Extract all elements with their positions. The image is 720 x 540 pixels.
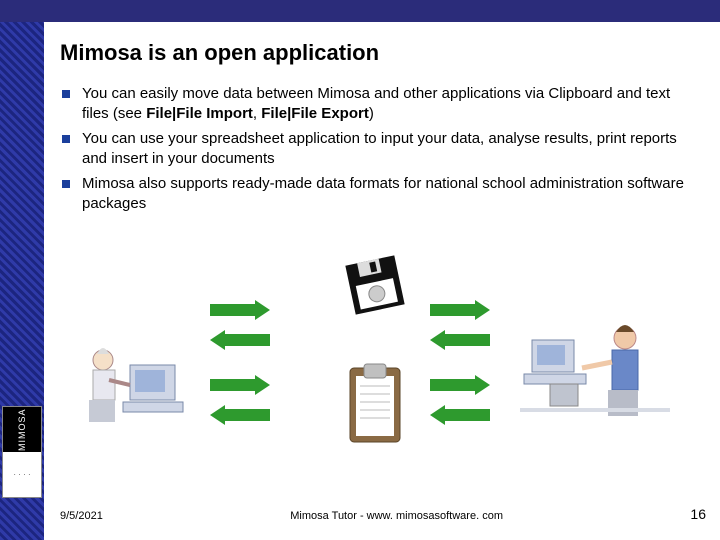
mimosa-logo: MIMOSA · · · · (2, 406, 42, 498)
bullet-1: You can easily move data between Mimosa … (82, 84, 700, 123)
bullet-1-mid: , (253, 105, 261, 122)
logo-text: MIMOSA (3, 407, 41, 452)
bullet-1-post: ) (369, 105, 374, 122)
footer: 9/5/2021 Mimosa Tutor - www. mimosasoftw… (60, 506, 706, 522)
arrow-icon (430, 300, 490, 320)
bullet-1-bold1: File|File Import (146, 105, 253, 122)
arrow-icon (210, 375, 270, 395)
arrow-icon (430, 405, 490, 425)
logo-sub: · · · · (3, 452, 41, 497)
arrow-icon (430, 330, 490, 350)
arrow-icon (210, 405, 270, 425)
footer-date: 9/5/2021 (60, 510, 103, 522)
arrow-icon (210, 300, 270, 320)
top-bar (0, 0, 720, 22)
slide-title: Mimosa is an open application (60, 40, 700, 66)
page-number: 16 (690, 506, 706, 522)
arrow-icon (430, 375, 490, 395)
slide-content: Mimosa is an open application You can ea… (60, 40, 700, 219)
bullet-2: You can use your spreadsheet application… (82, 129, 700, 168)
bullet-3: Mimosa also supports ready-made data for… (82, 174, 700, 213)
person-left-icon (75, 320, 195, 435)
floppy-disk-icon (340, 250, 410, 325)
bullet-list: You can easily move data between Mimosa … (60, 84, 700, 213)
graphics-area (60, 250, 700, 470)
arrow-icon (210, 330, 270, 350)
clipboard-icon (340, 360, 410, 455)
bullet-1-bold2: File|File Export (261, 105, 369, 122)
person-right-icon (520, 310, 670, 435)
footer-center: Mimosa Tutor - www. mimosasoftware. com (290, 510, 503, 522)
